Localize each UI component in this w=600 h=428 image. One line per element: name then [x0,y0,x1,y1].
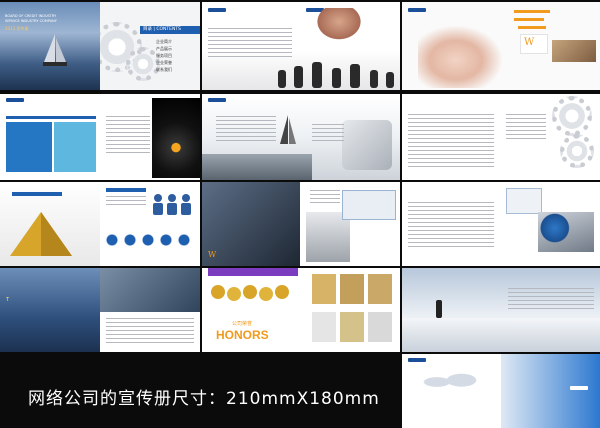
dark-spheres-image [152,98,200,178]
gear-icon [126,47,160,81]
contents-item: 联系我们 [156,67,172,72]
office-page [100,268,200,352]
body-text-block [506,114,546,142]
screens-spread: W [202,182,400,266]
body-text-block [106,318,194,346]
honors-spread: 公司荣誉 HONORS [202,268,400,352]
office-photo [100,268,200,312]
gold-medals-image [208,268,298,301]
company-logo [408,8,426,12]
spheres-page [100,94,200,180]
gears-spread [402,94,600,180]
body-text-block [508,288,594,312]
pyramid-page [0,182,100,266]
clouds-image [402,318,600,352]
brochure-sheet: BOARD OF CREDIT INDUSTRY SERVICE INDUSTR… [0,0,600,428]
contents-page: 目录 | CONTENTS 企业简介 产品展示 服务项目 企业荣誉 联系我们 [100,2,200,90]
sailboat-spread [202,94,400,180]
fleet-page: T [0,268,100,352]
body-text-block [106,196,146,208]
gear-icon [560,134,594,168]
brochure-size-caption: 网络公司的宣传册尺寸：210mmX180mm [28,389,380,409]
mountain-spread [402,268,600,352]
hand-touch-image [418,26,502,88]
sailboat-icon [280,115,296,144]
gold-pyramid-image [10,212,72,256]
cover-subtitle: 2013 宣传册 [5,26,29,31]
section-band [106,188,146,192]
contents-item: 企业简介 [156,39,172,44]
screenshot-window [506,188,542,214]
body-text-block [408,114,494,170]
sailing-ship-icon [43,34,67,66]
chess-pieces-image [278,62,394,88]
contents-title: 目录 | CONTENTS [143,27,181,32]
cover-title-2: SERVICE INDUSTRY COMPANY [5,19,57,23]
digital-screens-image [202,182,300,266]
section-band [12,192,62,196]
contents-item: 企业荣誉 [156,60,172,65]
profile-page [0,94,100,180]
cover-page: BOARD OF CREDIT INDUSTRY SERVICE INDUSTR… [0,2,100,90]
body-text-block [216,116,276,144]
gear-icon [552,96,592,136]
water-reflection [202,154,312,180]
screenshot-window [342,190,396,220]
contents-item: 产品展示 [156,46,172,51]
at-sign-image [342,120,392,170]
company-logo [570,386,588,390]
man-silhouette-icon [436,300,442,318]
service-circles [106,234,196,246]
w-section-box: W [208,250,217,259]
cyan-info-panel [54,122,96,172]
section-band [6,116,96,119]
orange-label [514,10,550,13]
contents-item: 服务项目 [156,53,172,58]
honors-title: HONORS [216,328,269,342]
fleet-heading: T [6,297,10,303]
body-text-block [312,124,344,144]
office-photo [552,40,596,62]
world-map-image [416,364,486,400]
back-cover [402,354,600,428]
body-text-block [408,202,494,250]
company-logo [408,358,426,362]
certificates-grid [310,272,396,348]
business-spread: W [402,2,600,90]
people-page [100,182,200,266]
orange-label [514,18,544,21]
laptop-spread [402,182,600,266]
company-logo [208,98,226,102]
blue-info-panel [6,122,52,172]
w-section-box: W [520,34,548,54]
team-people-icon [153,194,191,215]
company-logo [208,8,226,12]
orange-label [518,26,546,29]
body-text-block [310,190,340,206]
hand-image [314,8,364,42]
company-logo [6,98,24,102]
honors-label: 公司荣誉 [232,321,253,327]
body-text-block [106,116,150,156]
chess-spread [202,2,400,90]
globe-laptop-image [538,212,594,252]
